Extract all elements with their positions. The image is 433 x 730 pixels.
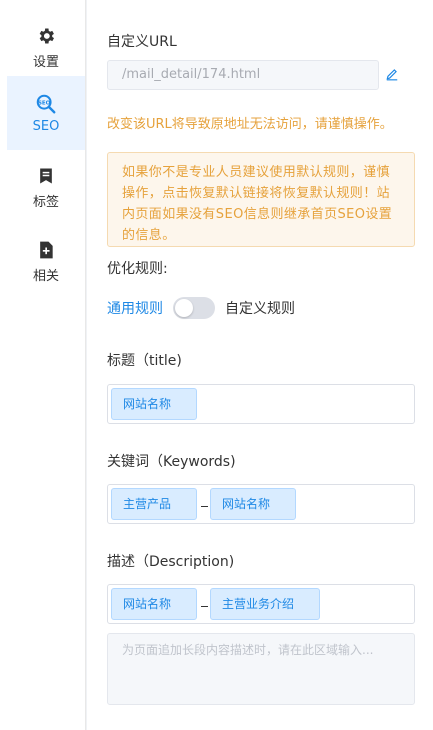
title-field-label: 标题（title) — [107, 353, 182, 369]
edit-icon[interactable] — [385, 66, 401, 82]
sidebar-item-label: 设置 — [32, 54, 59, 70]
sidebar-item-related[interactable]: 相关 — [7, 224, 85, 298]
sidebar-item-label: SEO — [32, 118, 60, 134]
tag-site-name[interactable]: 网站名称 — [210, 488, 296, 520]
description-field-label: 描述（Description) — [107, 554, 235, 570]
rules-toggle[interactable] — [173, 297, 215, 319]
seo-search-icon: SEO — [35, 93, 57, 115]
gear-icon — [35, 25, 57, 47]
custom-url-input[interactable]: /mail_detail/174.html — [107, 60, 379, 90]
description-tag-input[interactable]: 网站名称 主营业务介绍 — [107, 584, 415, 624]
tag-main-products[interactable]: 主营产品 — [111, 488, 197, 520]
optimization-rules-label: 优化规则: — [107, 261, 168, 277]
tag-separator — [201, 606, 208, 607]
seo-notice: 如果你不是专业人员建议使用默认规则，谨慎操作，点击恢复默认链接将恢复默认规则！站… — [107, 152, 415, 247]
bookmark-icon — [35, 165, 57, 187]
general-rule-option[interactable]: 通用规则 — [107, 298, 163, 318]
tag-site-name[interactable]: 网站名称 — [111, 388, 197, 420]
sidebar-item-tags[interactable]: 标签 — [7, 150, 85, 224]
custom-url-label: 自定义URL — [107, 34, 177, 50]
sidebar-item-label: 相关 — [32, 268, 59, 284]
keywords-field-label: 关键词（Keywords) — [107, 454, 236, 470]
description-textarea[interactable]: 为页面追加长段内容描述时，请在此区域输入... — [107, 633, 415, 705]
sidebar-item-settings[interactable]: 设置 — [7, 10, 85, 84]
sidebar: 设置 SEO SEO 标签 相关 — [0, 0, 86, 730]
title-tag-input[interactable]: 网站名称 — [107, 384, 415, 424]
custom-rule-option[interactable]: 自定义规则 — [225, 298, 295, 318]
seo-icon-text: SEO — [38, 100, 51, 106]
tag-site-name[interactable]: 网站名称 — [111, 588, 197, 620]
sidebar-item-label: 标签 — [32, 194, 59, 210]
keywords-tag-input[interactable]: 主营产品 网站名称 — [107, 484, 415, 524]
sidebar-item-seo[interactable]: SEO SEO — [7, 76, 85, 150]
rules-switch-row: 通用规则 自定义规则 — [107, 296, 295, 320]
url-warning-text: 改变该URL将导致原地址无法访问，请谨慎操作。 — [107, 117, 393, 132]
file-add-icon — [35, 239, 57, 261]
toggle-knob — [175, 299, 193, 317]
tag-main-business[interactable]: 主营业务介绍 — [210, 588, 320, 620]
seo-settings-panel: 设置 SEO SEO 标签 相关 自定义URL /mail_detail/174… — [0, 0, 433, 730]
seo-form: 自定义URL /mail_detail/174.html 改变该URL将导致原地… — [87, 0, 433, 730]
tag-separator — [201, 506, 208, 507]
